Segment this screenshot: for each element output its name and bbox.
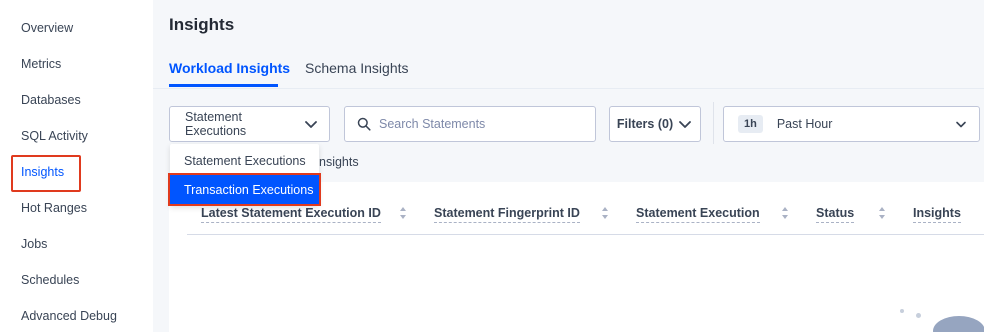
search-icon bbox=[357, 117, 371, 131]
sidebar: Overview Metrics Databases SQL Activity … bbox=[0, 0, 153, 332]
sidebar-item-jobs[interactable]: Jobs bbox=[21, 237, 47, 251]
filters-label: Filters (0) bbox=[616, 117, 674, 131]
decorative-dot bbox=[916, 313, 921, 318]
table-header-divider bbox=[187, 234, 984, 235]
chevron-down-icon bbox=[679, 121, 692, 128]
time-range-label: Past Hour bbox=[776, 117, 833, 131]
sort-icon[interactable] bbox=[601, 205, 609, 221]
transaction-executions-highlight-box bbox=[168, 173, 321, 206]
sort-icon[interactable] bbox=[781, 205, 789, 221]
column-header-statement-fingerprint-id[interactable]: Statement Fingerprint ID bbox=[434, 206, 580, 223]
hidden-tab-label-fragment: nsights bbox=[319, 155, 359, 169]
sidebar-item-databases[interactable]: Databases bbox=[21, 93, 81, 107]
chevron-down-icon bbox=[305, 121, 317, 128]
tabs-divider bbox=[153, 88, 984, 89]
sidebar-item-sql-activity[interactable]: SQL Activity bbox=[21, 129, 88, 143]
insights-highlight-box bbox=[11, 155, 81, 192]
sort-icon[interactable] bbox=[878, 205, 886, 221]
toolbar-divider bbox=[713, 102, 714, 144]
execution-type-label: Statement Executions bbox=[185, 110, 247, 138]
time-range-badge: 1h bbox=[738, 115, 763, 133]
sidebar-item-advanced-debug[interactable]: Advanced Debug bbox=[21, 309, 117, 323]
page-title: Insights bbox=[169, 15, 235, 34]
execution-type-select[interactable]: Statement Executions bbox=[169, 106, 330, 142]
search-input[interactable] bbox=[379, 117, 579, 131]
filters-button[interactable]: Filters (0) bbox=[609, 106, 701, 142]
sidebar-item-metrics[interactable]: Metrics bbox=[21, 57, 61, 71]
sidebar-item-schedules[interactable]: Schedules bbox=[21, 273, 79, 287]
sidebar-item-hot-ranges[interactable]: Hot Ranges bbox=[21, 201, 87, 215]
time-range-select[interactable]: 1h Past Hour bbox=[723, 106, 980, 142]
column-header-status[interactable]: Status bbox=[816, 206, 855, 223]
search-statements-field[interactable] bbox=[344, 106, 596, 142]
active-tab-indicator bbox=[169, 84, 278, 87]
tab-schema-insights[interactable]: Schema Insights bbox=[305, 60, 409, 76]
column-header-insights[interactable]: Insights bbox=[913, 206, 961, 223]
dropdown-option-statement-executions[interactable]: Statement Executions bbox=[170, 146, 319, 175]
sidebar-item-overview[interactable]: Overview bbox=[21, 21, 73, 35]
decorative-dot bbox=[900, 309, 904, 313]
tab-workload-insights[interactable]: Workload Insights bbox=[169, 60, 290, 76]
sort-icon[interactable] bbox=[399, 205, 407, 221]
column-header-latest-statement-execution-id[interactable]: Latest Statement Execution ID bbox=[201, 206, 381, 223]
chevron-down-icon bbox=[956, 121, 966, 128]
column-header-statement-execution[interactable]: Statement Execution bbox=[636, 206, 760, 223]
